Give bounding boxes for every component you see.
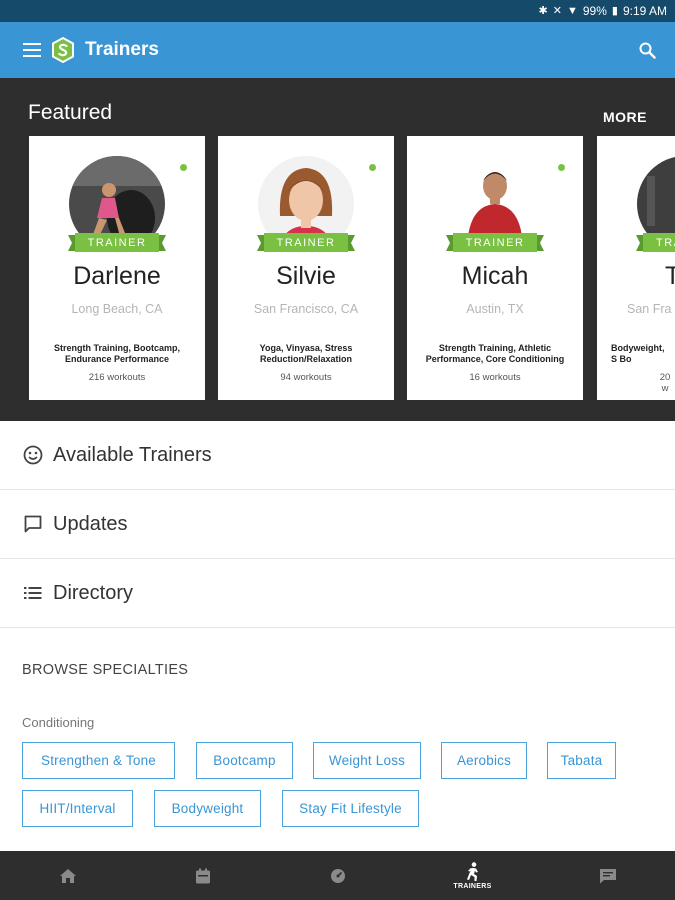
online-indicator [558,164,565,171]
chip-tabata[interactable]: Tabata [547,742,616,779]
trainer-card-darlene[interactable]: TRAINER Darlene Long Beach, CA Strength … [29,136,205,400]
list-item-label: Available Trainers [53,443,212,466]
trainer-workout-count: 20 w [659,372,671,394]
search-button[interactable] [633,36,661,64]
trainer-badge: TRAINER [656,237,675,249]
nav-calendar[interactable] [135,851,270,900]
list-item-label: Updates [53,512,128,535]
online-indicator [369,164,376,171]
trainer-location: Austin, TX [466,302,524,316]
trainer-name: Darlene [73,262,161,290]
trainer-specialties: Strength Training, Athletic Performance,… [425,343,565,364]
online-indicator [180,164,187,171]
status-bar: ✱ ✕ ▼ 99% ▮ 9:19 AM [0,0,675,22]
trainer-location: San Fra [627,302,672,316]
app-bar: Trainers [0,22,675,78]
trainer-workout-count: 16 workouts [469,372,521,383]
list-item-label: Directory [53,581,134,604]
chip-aerobics[interactable]: Aerobics [441,742,527,779]
nav-trainers-label: TRAINERS [453,882,492,890]
trainer-location: Long Beach, CA [71,302,163,316]
app-logo-icon [52,37,74,63]
trainer-specialties: Strength Training, Bootcamp, Endurance P… [53,343,180,364]
chip-bodyweight[interactable]: Bodyweight [154,790,261,827]
directory-item[interactable]: Directory [0,559,675,628]
trainer-badge: TRAINER [465,237,525,249]
bluetooth-icon: ✱ [538,4,548,17]
bottom-nav: TRAINERS [0,851,675,900]
battery-icon: ▮ [611,4,618,17]
trainer-workout-count: 216 workouts [88,372,146,383]
mute-icon: ✕ [552,4,562,17]
trainer-specialties: Yoga, Vinyasa, Stress Reduction/Relaxati… [259,343,353,364]
chip-bootcamp[interactable]: Bootcamp [196,742,293,779]
trainer-name: Silvie [276,262,336,290]
updates-item[interactable]: Updates [0,490,675,559]
featured-section: Featured MORE TRAINER Darlene Long Beach… [0,78,675,421]
trainer-workout-count: 94 workouts [280,372,332,383]
clock: 9:19 AM [622,4,667,18]
calendar-icon [195,868,210,883]
list-icon [22,582,44,604]
featured-title: Featured [28,101,113,124]
browse-specialties-title: BROWSE SPECIALTIES [22,662,189,678]
chip-strengthen-tone[interactable]: Strengthen & Tone [22,742,175,779]
nav-trainers[interactable]: TRAINERS [405,851,540,900]
messages-icon [599,868,616,883]
chip-stay-fit-lifestyle[interactable]: Stay Fit Lifestyle [282,790,419,827]
trainer-specialties: Bodyweight, S Bo [611,343,665,364]
nav-dashboard[interactable] [270,851,405,900]
trainers-icon [466,861,478,881]
battery-level: 99% [582,4,607,18]
chip-hiit-interval[interactable]: HIIT/Interval [22,790,133,827]
available-trainers-item[interactable]: Available Trainers [0,421,675,490]
trainer-name: Micah [461,262,529,290]
smiley-icon [22,444,44,466]
wifi-icon: ▼ [566,4,578,17]
app-title: Trainers [85,39,159,60]
home-icon [59,868,76,883]
trainer-location: San Francisco, CA [253,302,359,316]
search-icon [639,42,656,59]
more-button[interactable]: MORE [603,109,647,125]
trainer-name: T [665,262,675,290]
category-title: Conditioning [22,715,95,730]
dashboard-icon [330,868,345,883]
chip-weight-loss[interactable]: Weight Loss [313,742,421,779]
trainer-card-partial[interactable]: TRAINER T San Fra Bodyweight, S Bo 20 w [597,136,675,400]
hamburger-icon [23,43,41,57]
trainer-badge: TRAINER [87,237,147,249]
nav-home[interactable] [0,851,135,900]
trainer-card-micah[interactable]: TRAINER Micah Austin, TX Strength Traini… [407,136,583,400]
chat-bubble-icon [22,513,44,535]
nav-messages[interactable] [540,851,675,900]
trainer-badge: TRAINER [276,237,336,249]
trainer-card-silvie[interactable]: TRAINER Silvie San Francisco, CA Yoga, V… [218,136,394,400]
